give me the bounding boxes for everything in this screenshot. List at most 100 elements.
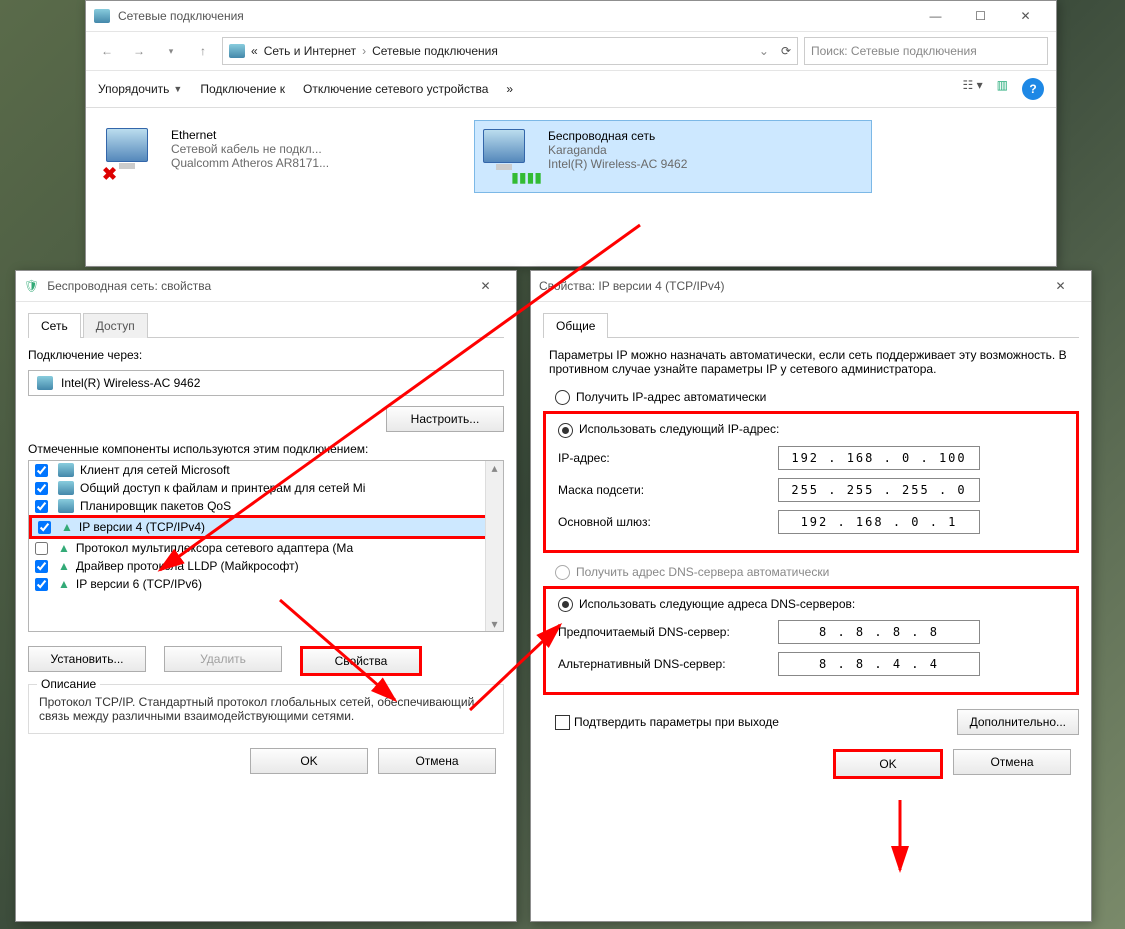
radio-auto-dns: Получить адрес DNS-сервера автоматически (555, 565, 1079, 580)
scrollbar[interactable]: ▴▾ (485, 461, 503, 631)
tab-network[interactable]: Сеть (28, 313, 81, 338)
install-button[interactable]: Установить... (28, 646, 146, 672)
ethernet-adapter: Qualcomm Atheros AR8171... (171, 156, 329, 170)
mask-label: Маска подсети: (558, 483, 768, 497)
up-button[interactable]: ↑ (190, 38, 216, 64)
addr-icon (229, 44, 245, 58)
info-text: Параметры IP можно назначать автоматичес… (549, 348, 1073, 376)
wifi-status: Karaganda (548, 143, 687, 157)
advanced-button[interactable]: Дополнительно... (957, 709, 1079, 735)
cancel-button[interactable]: Отмена (378, 748, 496, 774)
component-icon (58, 463, 74, 477)
mask-input[interactable]: 255 . 255 . 255 . 0 (778, 478, 980, 502)
view-menu-icon[interactable]: ☷ ▾ (963, 78, 983, 100)
breadcrumb-2[interactable]: Сетевые подключения (372, 44, 498, 58)
tab-access[interactable]: Доступ (83, 313, 148, 338)
titlebar: 🛡 Беспроводная сеть: свойства ✕ (16, 271, 516, 302)
window-title: Сетевые подключения (118, 9, 913, 23)
close-button[interactable]: ✕ (1038, 272, 1083, 300)
ethernet-name: Ethernet (171, 128, 329, 142)
wifi-icon: ▮▮▮▮ (483, 129, 538, 184)
dns2-label: Альтернативный DNS-сервер: (558, 657, 768, 671)
configure-button[interactable]: Настроить... (386, 406, 504, 432)
ip-section: Использовать следующий IP-адрес: IP-адре… (543, 411, 1079, 552)
wifi-connection[interactable]: ▮▮▮▮ Беспроводная сеть Karaganda Intel(R… (474, 120, 872, 193)
dns-section: Использовать следующие адреса DNS-сервер… (543, 586, 1079, 695)
layout-icon[interactable]: ▥ (997, 78, 1008, 100)
back-button[interactable]: ← (94, 38, 120, 64)
ipv4-properties-window: Свойства: IP версии 4 (TCP/IPv4) ✕ Общие… (530, 270, 1092, 922)
radio-auto-ip[interactable]: Получить IP-адрес автоматически (555, 390, 1079, 405)
ethernet-status: Сетевой кабель не подкл... (171, 142, 329, 156)
help-icon[interactable]: ? (1022, 78, 1044, 100)
ok-button[interactable]: OK (250, 748, 368, 774)
maximize-button[interactable]: ☐ (958, 2, 1003, 30)
window-title: Беспроводная сеть: свойства (47, 279, 463, 293)
description-text: Протокол TCP/IP. Стандартный протокол гл… (39, 695, 493, 723)
gateway-input[interactable]: 192 . 168 . 0 . 1 (778, 510, 980, 534)
list-item: ▲Протокол мультиплексора сетевого адапте… (29, 539, 503, 557)
search-input[interactable]: Поиск: Сетевые подключения (804, 37, 1048, 65)
ip-input[interactable]: 192 . 168 . 0 . 100 (778, 446, 980, 470)
network-connections-window: Сетевые подключения — ☐ ✕ ← → ▾ ↑ « Сеть… (85, 0, 1057, 267)
list-item: Клиент для сетей Microsoft (29, 461, 503, 479)
window-icon (94, 9, 110, 23)
minimize-button[interactable]: — (913, 2, 958, 30)
adapter-icon (37, 376, 53, 390)
command-bar: Упорядочить▼ Подключение к Отключение се… (86, 71, 1056, 108)
more-commands[interactable]: » (506, 82, 513, 96)
list-item: Планировщик пакетов QoS (29, 497, 503, 515)
list-item: ▲Драйвер протокола LLDP (Майкрософт) (29, 557, 503, 575)
refresh-icon[interactable]: ⟳ (781, 44, 791, 58)
dns1-input[interactable]: 8 . 8 . 8 . 8 (778, 620, 980, 644)
tab-general[interactable]: Общие (543, 313, 608, 338)
list-item: Общий доступ к файлам и принтерам для се… (29, 479, 503, 497)
addr-dropdown-icon[interactable]: ⌄ (759, 44, 769, 58)
nav-bar: ← → ▾ ↑ « Сеть и Интернет › Сетевые подк… (86, 32, 1056, 71)
dns1-label: Предпочитаемый DNS-сервер: (558, 625, 768, 639)
remove-button: Удалить (164, 646, 282, 672)
adapter-name: Intel(R) Wireless-AC 9462 (61, 376, 200, 390)
properties-button[interactable]: Свойства (300, 646, 422, 676)
ethernet-icon: ✖ (106, 128, 161, 183)
address-bar[interactable]: « Сеть и Интернет › Сетевые подключения … (222, 37, 798, 65)
gateway-label: Основной шлюз: (558, 515, 768, 529)
validate-label: Подтвердить параметры при выходе (574, 715, 779, 729)
tabs: Общие (543, 312, 1079, 338)
wifi-adapter: Intel(R) Wireless-AC 9462 (548, 157, 687, 171)
breadcrumb-1[interactable]: Сеть и Интернет (264, 44, 356, 58)
description-group: Описание Протокол TCP/IP. Стандартный пр… (28, 684, 504, 734)
organize-menu[interactable]: Упорядочить▼ (98, 82, 182, 96)
list-item: ▲IP версии 6 (TCP/IPv6) (29, 575, 503, 593)
description-title: Описание (37, 677, 100, 691)
history-dropdown[interactable]: ▾ (158, 38, 184, 64)
chevron-right-icon: › (362, 44, 366, 58)
wifi-name: Беспроводная сеть (548, 129, 687, 143)
titlebar: Свойства: IP версии 4 (TCP/IPv4) ✕ (531, 271, 1091, 302)
components-label: Отмеченные компоненты используются этим … (28, 442, 504, 456)
shield-icon: 🛡 (24, 279, 39, 293)
connect-via-label: Подключение через: (28, 348, 504, 362)
components-list[interactable]: Клиент для сетей Microsoft Общий доступ … (28, 460, 504, 632)
validate-checkbox[interactable] (555, 715, 570, 730)
dns2-input[interactable]: 8 . 8 . 4 . 4 (778, 652, 980, 676)
close-button[interactable]: ✕ (1003, 2, 1048, 30)
window-title: Свойства: IP версии 4 (TCP/IPv4) (539, 279, 1038, 293)
cancel-button[interactable]: Отмена (953, 749, 1071, 775)
connections-pane: ✖ Ethernet Сетевой кабель не подкл... Qu… (86, 108, 1056, 205)
ip-label: IP-адрес: (558, 451, 768, 465)
component-icon (58, 499, 74, 513)
connect-to-menu[interactable]: Подключение к (200, 82, 285, 96)
component-icon (58, 481, 74, 495)
ok-button[interactable]: OK (833, 749, 943, 779)
titlebar: Сетевые подключения — ☐ ✕ (86, 1, 1056, 32)
disable-device-menu[interactable]: Отключение сетевого устройства (303, 82, 488, 96)
list-item-ipv4: ▲IP версии 4 (TCP/IPv4) (29, 515, 503, 539)
radio-use-dns[interactable]: Использовать следующие адреса DNS-сервер… (558, 597, 1064, 612)
ethernet-connection[interactable]: ✖ Ethernet Сетевой кабель не подкл... Qu… (98, 120, 434, 193)
forward-button[interactable]: → (126, 38, 152, 64)
radio-use-ip[interactable]: Использовать следующий IP-адрес: (558, 422, 1064, 437)
breadcrumb-root[interactable]: « (251, 44, 258, 58)
close-button[interactable]: ✕ (463, 272, 508, 300)
adapter-box: Intel(R) Wireless-AC 9462 (28, 370, 504, 396)
